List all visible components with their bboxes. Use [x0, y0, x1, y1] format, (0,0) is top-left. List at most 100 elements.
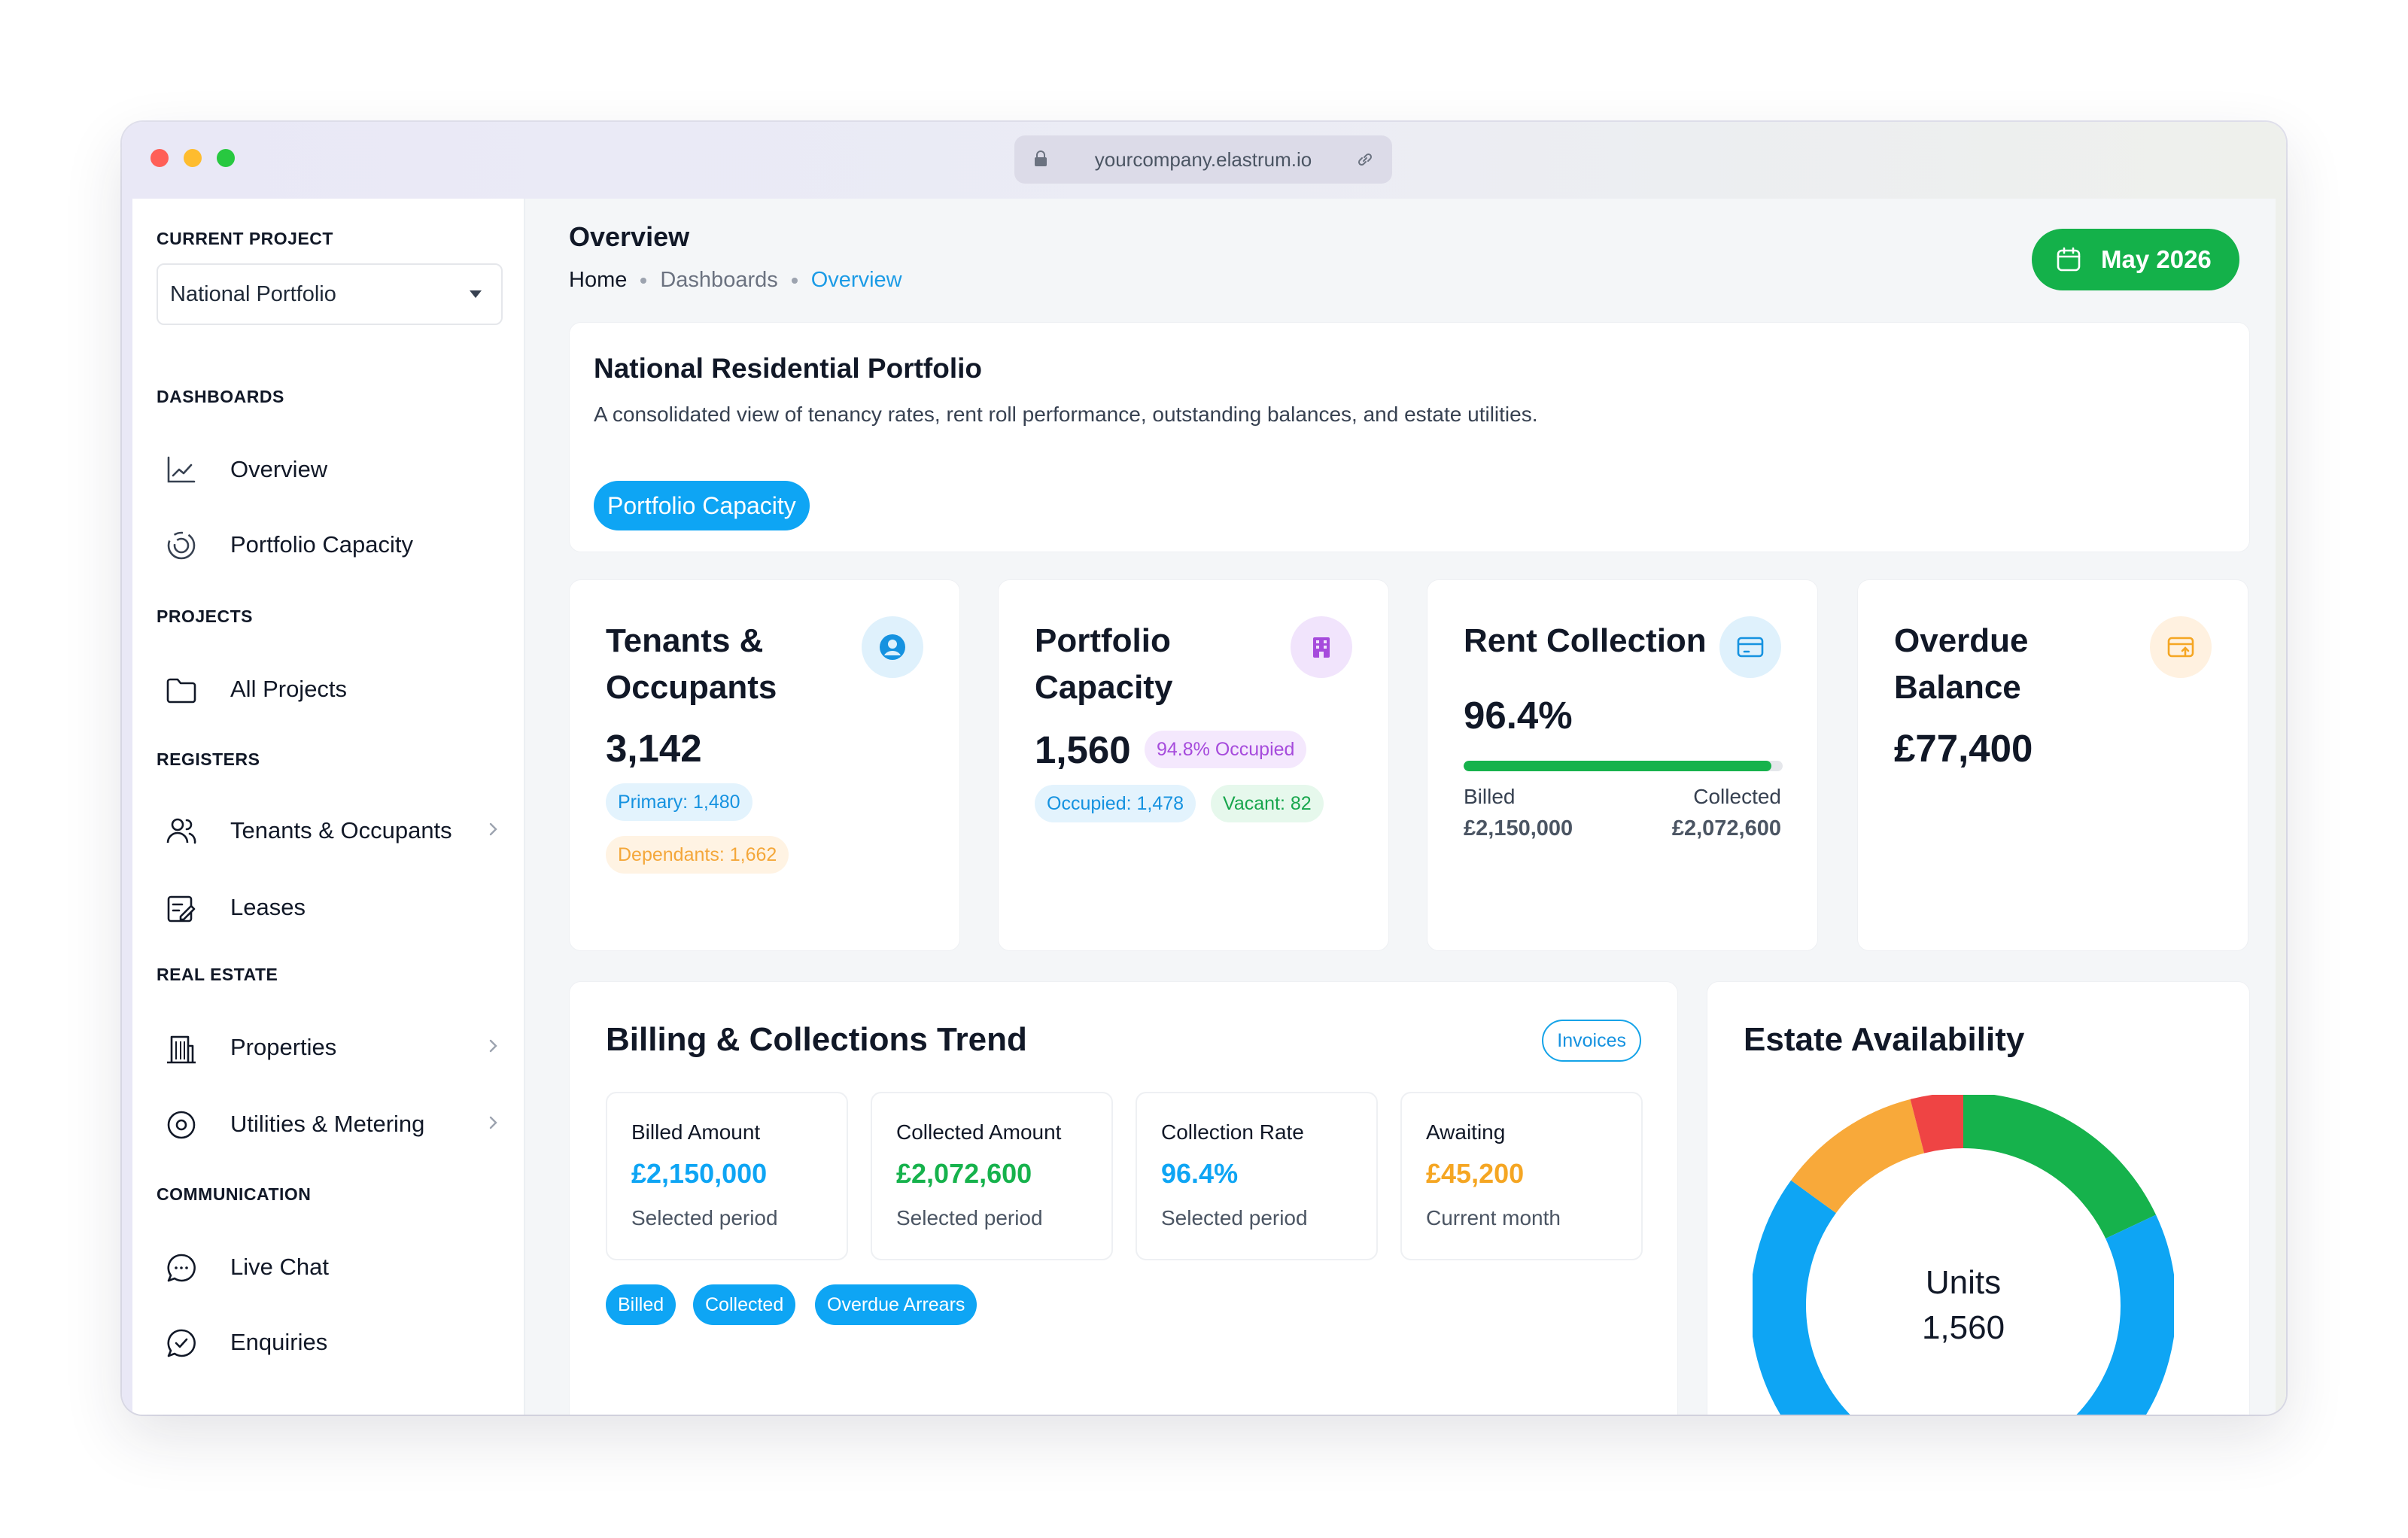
- sidebar-item-utilities[interactable]: Utilities & Metering: [157, 1097, 503, 1151]
- lock-icon: [1035, 150, 1047, 166]
- billed-value: £2,150,000: [1464, 816, 1573, 840]
- overdue-balance-card: Overdue Balance £77,400: [1857, 579, 2248, 951]
- current-project-label: CURRENT PROJECT: [157, 229, 333, 248]
- breadcrumb: Home Dashboards Overview: [569, 268, 902, 293]
- breadcrumb-home[interactable]: Home: [569, 268, 627, 293]
- metric-sub: Current month: [1426, 1206, 1561, 1229]
- calendar-icon: [2057, 247, 2081, 272]
- stat-title: Tenants & Occupants: [606, 618, 777, 711]
- metric-card: Billed Amount £2,150,000 Selected period: [606, 1092, 848, 1260]
- section-dashboards: DASHBOARDS: [157, 387, 284, 406]
- breadcrumb-dashboards[interactable]: Dashboards: [660, 268, 777, 293]
- building-icon: [167, 1035, 196, 1064]
- capacity-stat-card: Portfolio Capacity 1,560 94.8% Occupied …: [998, 579, 1389, 951]
- rent-collection-progress: [1464, 761, 1783, 771]
- sidebar-item-label: Properties: [230, 1034, 337, 1060]
- sidebar-item-label: Tenants & Occupants: [230, 817, 452, 843]
- date-picker-label: May 2026: [2101, 245, 2212, 273]
- window-controls: [150, 149, 235, 167]
- app-content: CURRENT PROJECT National Portfolio DASHB…: [132, 199, 2276, 1415]
- stat-title-line: Overdue: [1894, 622, 2029, 659]
- sidebar-item-overview[interactable]: Overview: [157, 442, 503, 497]
- billed-label: Billed: [1464, 785, 1516, 808]
- sidebar-item-label: Enquiries: [230, 1329, 328, 1355]
- collected-label: Collected: [1693, 785, 1781, 808]
- project-select[interactable]: National Portfolio: [157, 263, 503, 325]
- metric-value: £2,072,600: [896, 1158, 1032, 1189]
- page-title: Overview: [569, 221, 690, 252]
- section-real-estate: REAL ESTATE: [157, 965, 278, 984]
- progress-fill: [1464, 761, 1771, 771]
- legend-tag-overdue[interactable]: Overdue Arrears: [815, 1284, 977, 1325]
- metric-card: Collected Amount £2,072,600 Selected per…: [871, 1092, 1113, 1260]
- portfolio-title: National Residential Portfolio: [594, 353, 982, 384]
- metric-value: £2,150,000: [631, 1158, 768, 1189]
- close-window-button[interactable]: [150, 149, 169, 167]
- metric-sub: Selected period: [1161, 1206, 1308, 1229]
- sidebar-item-label: Live Chat: [230, 1254, 329, 1280]
- stat-title-line: Tenants &: [606, 622, 764, 659]
- sidebar-item-portfolio-capacity[interactable]: Portfolio Capacity: [157, 518, 503, 572]
- users-icon: [166, 818, 196, 844]
- sidebar-item-properties[interactable]: Properties: [157, 1020, 503, 1074]
- breadcrumb-current: Overview: [810, 268, 902, 292]
- section-projects: PROJECTS: [157, 606, 253, 626]
- sidebar: CURRENT PROJECT National Portfolio DASHB…: [132, 199, 525, 1415]
- metric-card: Collection Rate 96.4% Selected period: [1136, 1092, 1378, 1260]
- portfolio-capacity-pill[interactable]: Portfolio Capacity: [594, 481, 810, 530]
- chat-bubble-icon: [167, 1254, 196, 1282]
- portfolio-description: A consolidated view of tenancy rates, re…: [594, 403, 1538, 426]
- metric-sub: Selected period: [896, 1206, 1043, 1229]
- meter-icon: [167, 1111, 196, 1139]
- stat-title: Rent Collection: [1464, 622, 1707, 659]
- sidebar-item-label: Portfolio Capacity: [230, 531, 413, 558]
- billing-trend-card: Billing & Collections Trend Invoices Bil…: [569, 981, 1678, 1415]
- sidebar-item-leases[interactable]: Leases: [157, 880, 503, 935]
- collected-value: £2,072,600: [1671, 816, 1781, 840]
- capacity-gauge-icon: [167, 531, 196, 560]
- donut-center-value: 1,560: [1921, 1309, 2005, 1346]
- vacant-badge: Vacant: 82: [1211, 785, 1324, 822]
- metric-sub: Selected period: [631, 1206, 778, 1229]
- address-bar[interactable]: yourcompany.elastrum.io: [1014, 135, 1392, 184]
- caret-down-icon: [470, 290, 482, 298]
- stat-title-line: Portfolio: [1035, 622, 1171, 659]
- metric-label: Collected Amount: [896, 1120, 1062, 1144]
- tenants-stat-card: Tenants & Occupants 3,142 Primary: 1,480…: [569, 579, 960, 951]
- legend-tag-collected[interactable]: Collected: [693, 1284, 796, 1325]
- stat-title-line: Occupants: [606, 669, 777, 706]
- tenants-value: 3,142: [606, 727, 702, 770]
- metric-label: Billed Amount: [631, 1120, 761, 1144]
- donut-center-label: Units: [1925, 1264, 2002, 1301]
- user-circle-icon: [862, 616, 923, 678]
- invoices-button[interactable]: Invoices: [1542, 1020, 1641, 1062]
- date-picker-button[interactable]: May 2026: [2032, 229, 2239, 290]
- capacity-value: 1,560: [1035, 728, 1131, 771]
- payment-card-icon: [1719, 616, 1781, 678]
- section-registers: REGISTERS: [157, 749, 260, 769]
- folder-icon: [166, 678, 196, 704]
- legend-tag-billed[interactable]: Billed: [606, 1284, 676, 1325]
- rent-collection-value: 96.4%: [1464, 694, 1573, 737]
- primary-badge: Primary: 1,480: [606, 783, 752, 821]
- billing-title: Billing & Collections Trend: [606, 1021, 1027, 1058]
- minimize-window-button[interactable]: [184, 149, 202, 167]
- sidebar-item-tenants[interactable]: Tenants & Occupants: [157, 804, 503, 858]
- link-icon[interactable]: [1354, 149, 1376, 170]
- contract-edit-icon: [167, 895, 196, 922]
- metric-value: £45,200: [1426, 1158, 1525, 1189]
- sidebar-item-all-projects[interactable]: All Projects: [157, 662, 503, 716]
- sidebar-item-enquiries[interactable]: Enquiries: [157, 1315, 503, 1369]
- metric-label: Awaiting: [1426, 1120, 1506, 1144]
- occupied-percent-badge: 94.8% Occupied: [1145, 731, 1307, 768]
- sidebar-item-label: Overview: [230, 456, 328, 482]
- project-select-value: National Portfolio: [170, 281, 336, 306]
- chevron-right-icon: [489, 1116, 497, 1129]
- sidebar-item-label: Utilities & Metering: [230, 1111, 425, 1137]
- sidebar-item-live-chat[interactable]: Live Chat: [157, 1240, 503, 1294]
- breadcrumb-separator: [640, 277, 647, 284]
- maximize-window-button[interactable]: [217, 149, 235, 167]
- sidebar-item-label: All Projects: [230, 676, 348, 702]
- stat-title-line: Balance: [1894, 669, 2021, 706]
- url-text: yourcompany.elastrum.io: [1094, 147, 1312, 171]
